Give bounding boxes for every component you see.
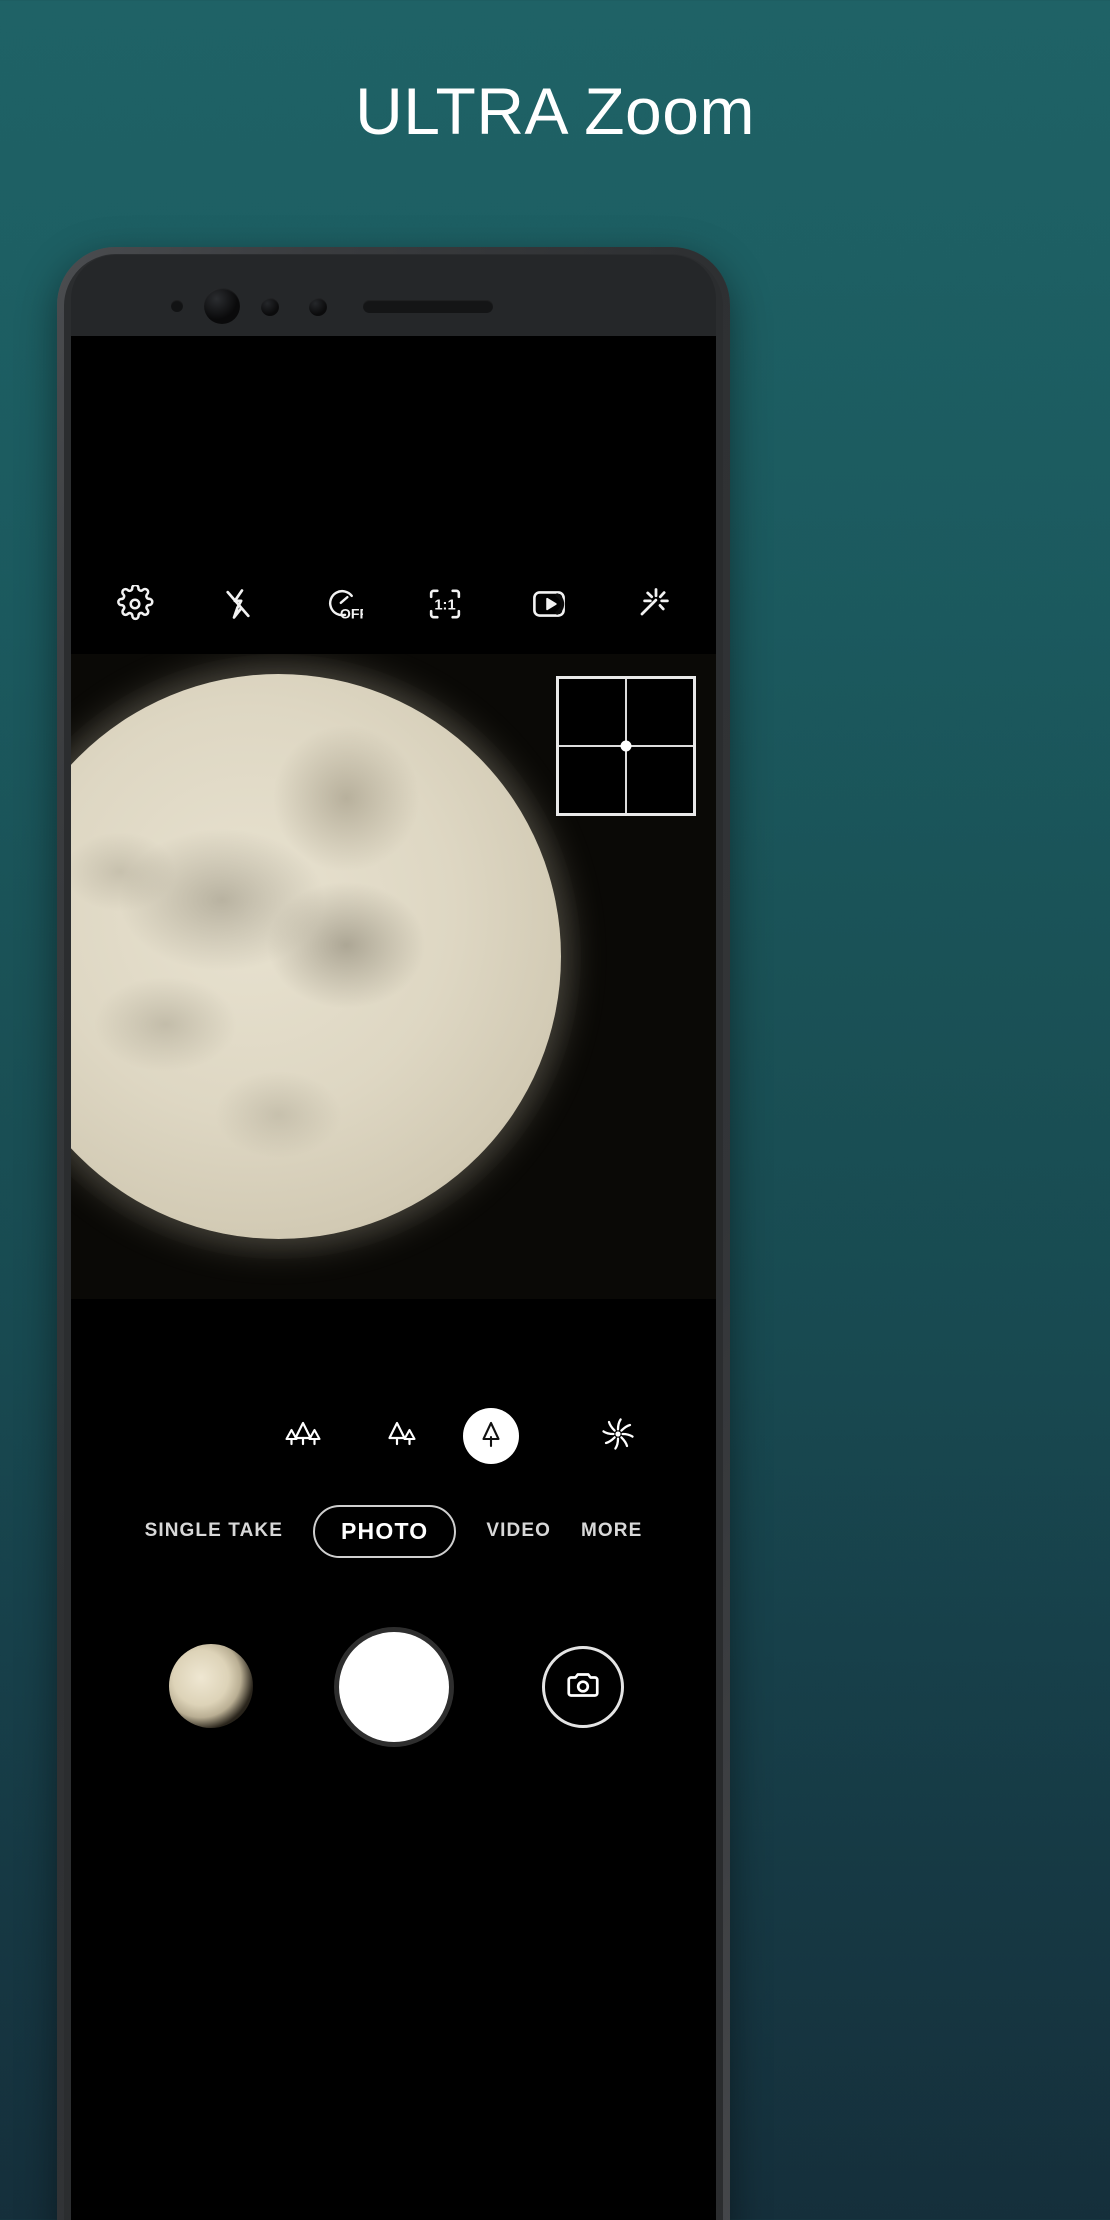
camera-app-screen: OFF 1:1	[71, 336, 716, 2220]
proximity-sensor-icon	[261, 298, 279, 316]
phone-top-bezel	[71, 255, 716, 336]
mode-video[interactable]: VIDEO	[486, 1520, 551, 1542]
shutter-button[interactable]	[338, 1632, 449, 1742]
lens-wide-button[interactable]	[373, 1408, 429, 1464]
mode-photo[interactable]: PHOTO	[313, 1504, 457, 1558]
camera-viewfinder[interactable]	[71, 654, 716, 1299]
gallery-thumbnail-button[interactable]	[169, 1644, 253, 1728]
zoom-map-center-dot	[620, 740, 632, 752]
magic-wand-icon[interactable]	[628, 580, 676, 628]
svg-text:OFF: OFF	[340, 605, 363, 621]
light-sensor-icon	[309, 298, 327, 316]
timer-off-icon[interactable]: OFF	[318, 580, 366, 628]
flash-off-icon[interactable]	[214, 580, 262, 628]
motion-photo-icon[interactable]	[525, 580, 573, 628]
lens-ultra-wide-button[interactable]	[275, 1408, 331, 1464]
mode-more[interactable]: MORE	[581, 1520, 642, 1542]
camera-toolbar: OFF 1:1	[71, 556, 716, 651]
three-trees-icon	[281, 1416, 325, 1457]
gear-icon[interactable]	[111, 580, 159, 628]
ir-sensor-icon	[171, 300, 183, 312]
camera-mode-bar: SINGLE TAKE PHOTO VIDEO MORE	[71, 1501, 716, 1561]
svg-text:1:1: 1:1	[435, 597, 456, 613]
camera-bottom-controls	[71, 1618, 716, 1748]
lens-tele-button[interactable]	[463, 1408, 519, 1464]
aperture-icon	[597, 1413, 639, 1460]
phone-device-frame: OFF 1:1	[57, 247, 730, 2220]
page-title: ULTRA Zoom	[355, 74, 755, 148]
lens-bokeh-button[interactable]	[590, 1408, 646, 1464]
switch-camera-button[interactable]	[542, 1646, 624, 1728]
one-tree-icon	[474, 1417, 508, 1456]
mode-single-take[interactable]: SINGLE TAKE	[145, 1520, 283, 1542]
front-camera-icon	[204, 288, 240, 324]
switch-camera-icon	[565, 1667, 601, 1708]
aspect-ratio-icon[interactable]: 1:1	[421, 580, 469, 628]
lens-selector-row	[71, 1401, 716, 1471]
zoom-position-map[interactable]	[556, 676, 696, 816]
two-trees-icon	[381, 1416, 421, 1457]
earpiece-speaker-icon	[363, 300, 493, 313]
